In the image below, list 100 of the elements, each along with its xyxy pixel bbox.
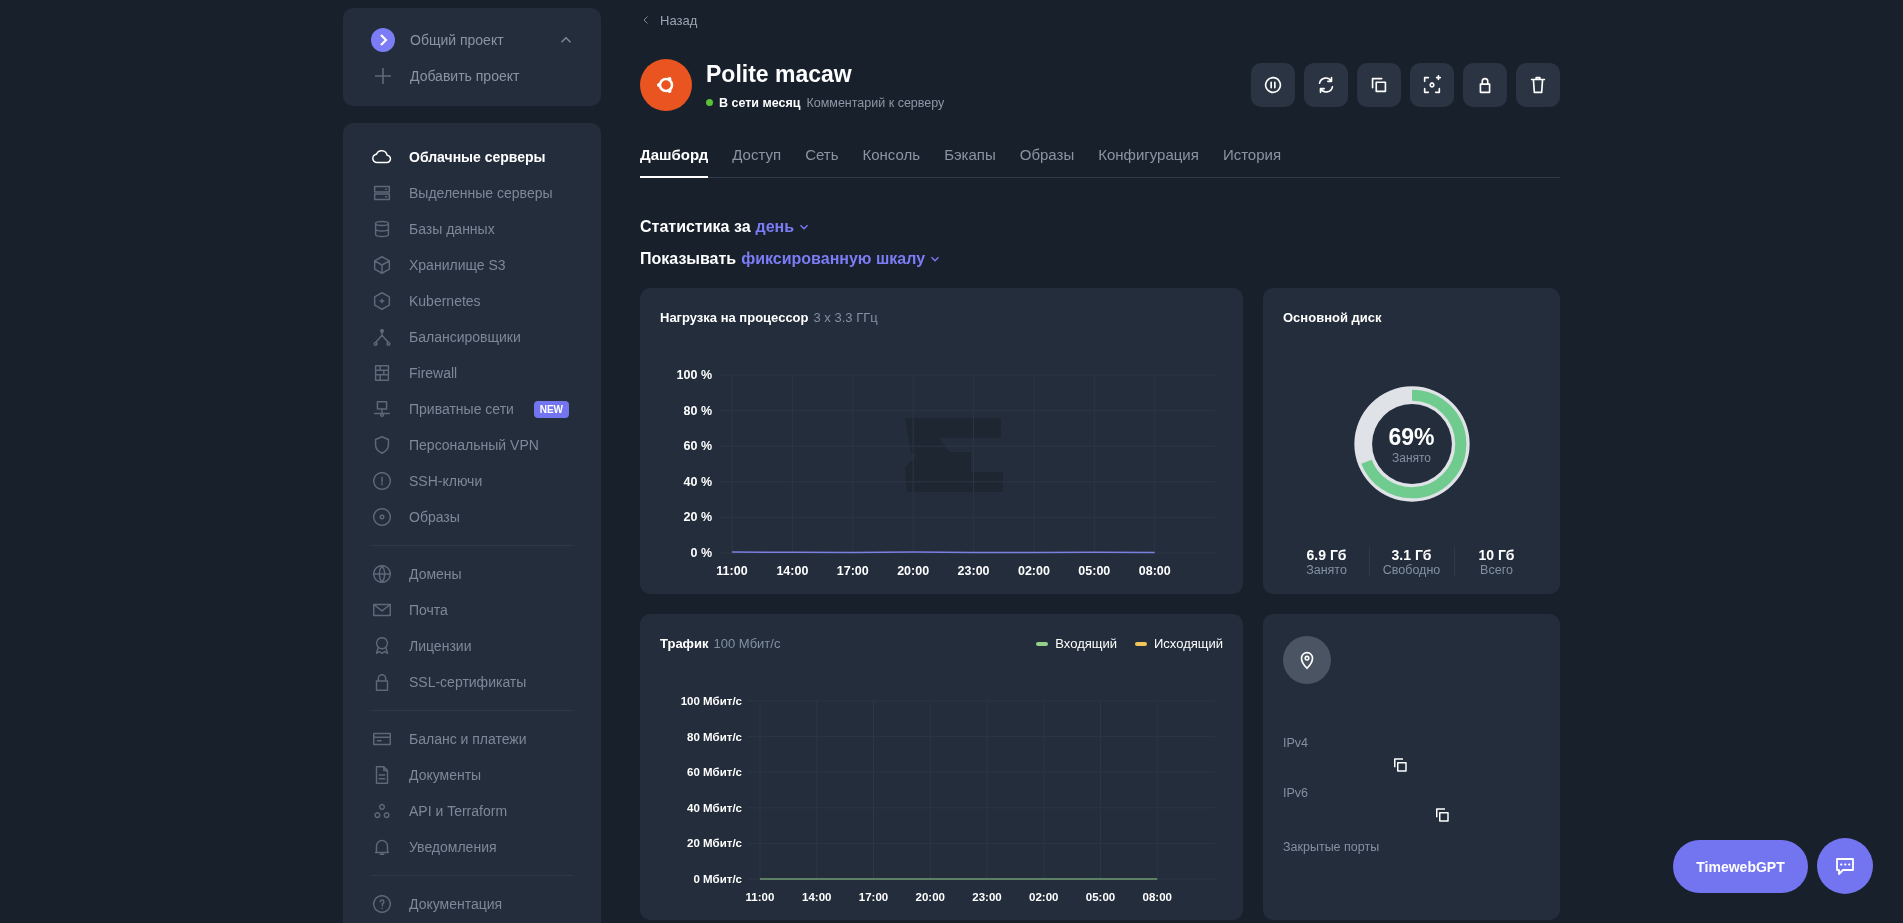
x-axis-label: 11:00 bbox=[716, 564, 748, 578]
disk-title: Основной диск bbox=[1283, 310, 1382, 325]
chat-button[interactable] bbox=[1817, 838, 1873, 894]
disk-stat-label: Свободно bbox=[1381, 563, 1442, 577]
chart-subtitle: 3 x 3.3 ГГц bbox=[813, 310, 878, 325]
location-pin-icon bbox=[1283, 636, 1331, 684]
ipv6-label: IPv6 bbox=[1283, 786, 1309, 800]
period-dropdown[interactable]: день bbox=[755, 218, 812, 236]
x-axis-label: 17:00 bbox=[836, 564, 869, 578]
sidebar-item[interactable]: Документы bbox=[409, 767, 482, 783]
back-link[interactable]: Назад bbox=[660, 12, 698, 28]
y-axis-label: 60 Мбит/с bbox=[687, 766, 742, 779]
sidebar-item[interactable]: SSH-ключи bbox=[409, 473, 483, 489]
y-axis-label: 80 Мбит/с bbox=[687, 730, 742, 743]
disk-stat-value: 10 Гб bbox=[1477, 547, 1516, 563]
lock-button[interactable] bbox=[1463, 63, 1507, 107]
sidebar-item[interactable]: Лицензии bbox=[409, 638, 472, 654]
hexagon-icon bbox=[371, 290, 393, 312]
refresh-button[interactable] bbox=[1304, 63, 1348, 107]
x-axis-label: 11:00 bbox=[745, 891, 775, 903]
y-axis-label: 40 Мбит/с bbox=[687, 801, 742, 814]
tab[interactable]: Конфигурация bbox=[1098, 138, 1199, 178]
trash-button[interactable] bbox=[1516, 63, 1560, 107]
server-name: Polite macaw bbox=[706, 60, 853, 88]
sidebar-item[interactable]: Firewall bbox=[409, 365, 458, 381]
screenshot-button[interactable] bbox=[1410, 63, 1454, 107]
y-axis-label: 100 % bbox=[676, 368, 712, 382]
y-axis-label: 0 Мбит/с bbox=[693, 873, 742, 885]
tab[interactable]: Образы bbox=[1019, 138, 1075, 178]
network-icon bbox=[371, 398, 393, 420]
disk-percent-label: Занято bbox=[1391, 450, 1432, 465]
y-axis-label: 100 Мбит/с bbox=[680, 695, 742, 707]
sidebar-item[interactable]: Почта bbox=[409, 602, 448, 618]
sidebar-item[interactable]: Домены bbox=[409, 566, 462, 582]
x-axis-label: 05:00 bbox=[1078, 564, 1111, 578]
tab[interactable]: Консоль bbox=[862, 138, 921, 178]
x-axis-label: 23:00 bbox=[972, 891, 1002, 903]
scale-dropdown[interactable]: фиксированную шкалу bbox=[741, 250, 943, 268]
comment-link[interactable]: Комментарий к серверу bbox=[806, 95, 945, 110]
sidebar-item[interactable]: Балансировщики bbox=[409, 329, 521, 345]
sidebar-item[interactable]: Баланс и платежи bbox=[409, 731, 527, 747]
globe-icon bbox=[371, 563, 393, 585]
x-axis-label: 14:00 bbox=[776, 564, 809, 578]
assistant-button[interactable]: TimewebGPT bbox=[1673, 840, 1808, 893]
sidebar-item[interactable]: Документация bbox=[409, 896, 503, 912]
x-axis-label: 02:00 bbox=[1029, 891, 1059, 903]
chevron-circle-icon bbox=[371, 28, 395, 52]
add-project-link[interactable]: Добавить проект bbox=[410, 68, 575, 84]
sidebar-item[interactable]: Персональный VPN bbox=[409, 437, 539, 453]
sidebar-item[interactable]: API и Terraform bbox=[409, 803, 508, 819]
x-axis-label: 14:00 bbox=[802, 891, 832, 903]
sidebar-item[interactable]: Приватные сети bbox=[409, 401, 514, 417]
y-axis-label: 80 % bbox=[683, 403, 712, 418]
y-axis-label: 20 Мбит/с bbox=[687, 837, 742, 850]
legend-swatch bbox=[1036, 641, 1049, 646]
copy-button[interactable] bbox=[1357, 63, 1401, 107]
tab[interactable]: Доступ bbox=[732, 138, 782, 178]
help-icon bbox=[371, 893, 393, 915]
x-axis-label: 20:00 bbox=[897, 564, 930, 578]
tab[interactable]: Сеть bbox=[805, 138, 839, 178]
cube-icon bbox=[371, 254, 393, 276]
sidebar-item[interactable]: Kubernetes bbox=[409, 293, 481, 309]
copy-icon[interactable] bbox=[1391, 756, 1409, 774]
x-axis-label: 05:00 bbox=[1085, 891, 1116, 903]
y-axis-label: 20 % bbox=[683, 510, 712, 525]
pause-icon bbox=[1262, 74, 1284, 96]
x-axis-label: 02:00 bbox=[1017, 564, 1050, 578]
sidebar-item[interactable]: Облачные серверы bbox=[409, 149, 546, 165]
ipv4-label: IPv4 bbox=[1283, 736, 1309, 750]
y-axis-label: 0 % bbox=[690, 546, 712, 560]
screenshot-icon bbox=[1421, 74, 1443, 96]
pause-button[interactable] bbox=[1251, 63, 1295, 107]
sidebar-item[interactable]: Уведомления bbox=[409, 839, 497, 855]
nodes-icon bbox=[371, 326, 393, 348]
chart-subtitle: 100 Мбит/с bbox=[713, 636, 781, 651]
x-axis-label: 08:00 bbox=[1138, 564, 1171, 578]
chart-title: Трафик bbox=[660, 636, 709, 651]
sidebar-item[interactable]: Выделенные серверы bbox=[409, 185, 553, 201]
tab[interactable]: Бэкапы bbox=[944, 138, 996, 178]
sidebar-item[interactable]: Базы данных bbox=[409, 221, 495, 237]
copy-icon[interactable] bbox=[1433, 806, 1451, 824]
x-axis-label: 17:00 bbox=[858, 891, 889, 903]
ubuntu-logo-icon bbox=[640, 59, 692, 111]
disk-stat-value: 6.9 Гб bbox=[1305, 547, 1348, 563]
new-badge: NEW bbox=[533, 400, 569, 418]
closed-ports-label: Закрытые порты bbox=[1283, 840, 1381, 854]
tab[interactable]: История bbox=[1222, 138, 1282, 178]
disk-stat-label: Занято bbox=[1305, 563, 1348, 577]
y-axis-label: 40 % bbox=[683, 474, 712, 489]
tab[interactable]: Дашборд bbox=[640, 138, 709, 178]
disk-percent: 69% bbox=[1388, 423, 1435, 451]
sidebar-item[interactable]: SSL-сертификаты bbox=[409, 674, 527, 690]
legend-label: Исходящий bbox=[1154, 636, 1223, 651]
disk-stat-label: Всего bbox=[1479, 563, 1514, 577]
x-axis-label: 08:00 bbox=[1142, 891, 1172, 903]
sidebar-item[interactable]: Образы bbox=[409, 509, 460, 525]
legend-swatch bbox=[1135, 641, 1147, 646]
project-name[interactable]: Общий проект bbox=[410, 32, 542, 48]
scale-label: Показывать bbox=[640, 250, 737, 268]
sidebar-item[interactable]: Хранилище S3 bbox=[409, 257, 506, 273]
